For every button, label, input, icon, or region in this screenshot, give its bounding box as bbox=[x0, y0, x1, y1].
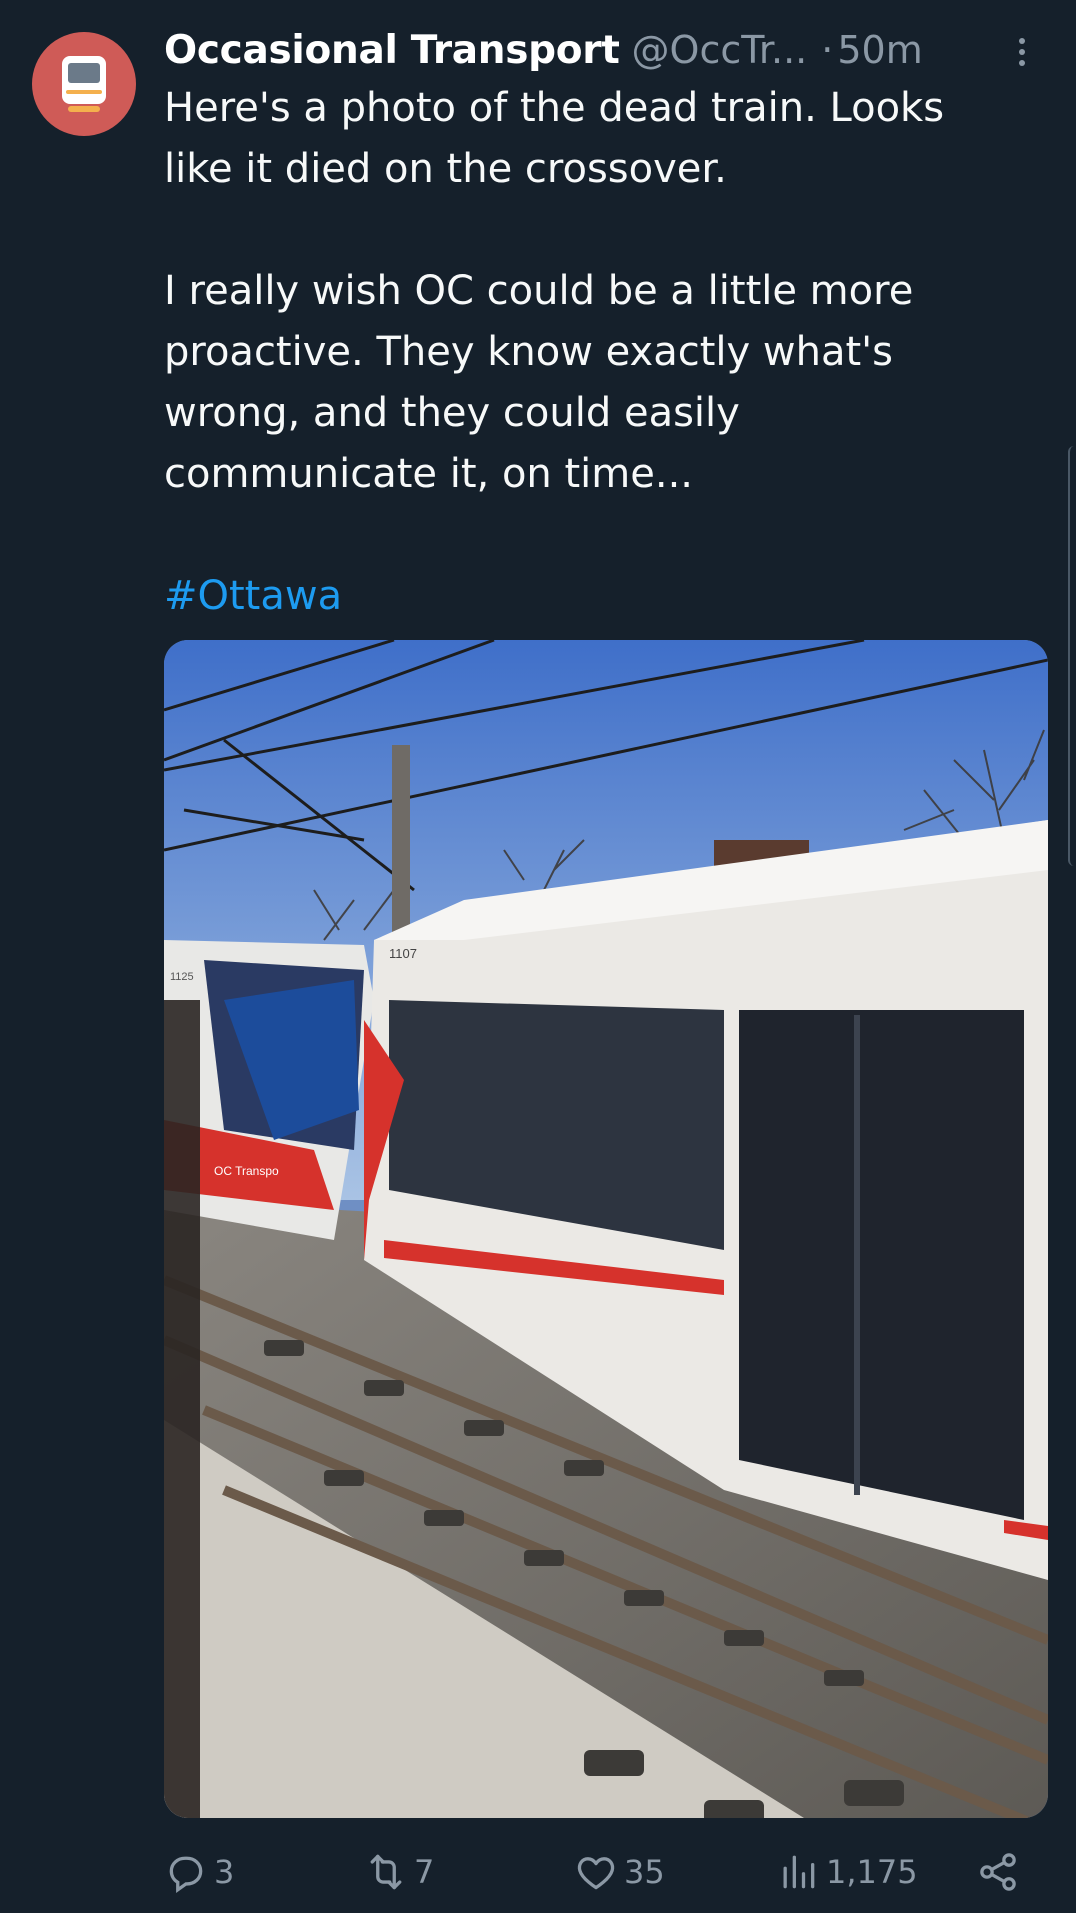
views-icon bbox=[783, 1855, 815, 1889]
display-name[interactable]: Occasional Transport bbox=[164, 28, 620, 73]
share-button[interactable] bbox=[976, 1842, 1020, 1902]
repost-icon bbox=[370, 1854, 402, 1890]
views-button[interactable]: 1,175 bbox=[776, 1842, 918, 1902]
post-text-line: I really wish OC could be a little more bbox=[164, 268, 914, 314]
brand-text: OC Transpo bbox=[214, 1164, 279, 1178]
timestamp[interactable]: 50m bbox=[837, 28, 922, 72]
reply-count: 3 bbox=[214, 1853, 235, 1891]
repost-count: 7 bbox=[414, 1853, 435, 1891]
post-text-line: Here's a photo of the dead train. Looks bbox=[164, 85, 945, 131]
avatar[interactable] bbox=[32, 32, 136, 136]
tweet: Occasional Transport @OccTr... · 50m Her… bbox=[0, 0, 1076, 1913]
reply-button[interactable]: 3 bbox=[164, 1842, 234, 1902]
post-text-line: like it died on the crossover. bbox=[164, 146, 727, 192]
post-text: Here's a photo of the dead train. Looks … bbox=[164, 78, 1044, 627]
post-actions: 3 7 35 1,175 bbox=[164, 1842, 1048, 1902]
user-handle[interactable]: @OccTr... bbox=[632, 28, 808, 72]
hashtag-link[interactable]: #Ottawa bbox=[164, 566, 1044, 627]
more-vertical-icon[interactable] bbox=[1010, 32, 1034, 72]
train-photo: OC Transpo 1125 1107 bbox=[164, 640, 1048, 1818]
heart-icon bbox=[577, 1857, 615, 1890]
like-count: 35 bbox=[624, 1853, 665, 1891]
like-button[interactable]: 35 bbox=[574, 1842, 665, 1902]
share-icon bbox=[980, 1853, 1016, 1891]
post-text-line: wrong, and they could easily bbox=[164, 390, 740, 436]
views-count: 1,175 bbox=[826, 1853, 918, 1891]
post-photo[interactable]: OC Transpo 1125 1107 bbox=[164, 640, 1048, 1818]
car-number-right: 1107 bbox=[389, 946, 417, 961]
scrollbar[interactable] bbox=[1068, 446, 1076, 866]
separator-dot: · bbox=[821, 28, 834, 72]
post-text-line: proactive. They know exactly what's bbox=[164, 329, 894, 375]
train-icon bbox=[62, 56, 106, 112]
repost-button[interactable]: 7 bbox=[364, 1842, 434, 1902]
post-header: Occasional Transport @OccTr... · 50m bbox=[164, 22, 1056, 78]
reply-icon bbox=[169, 1856, 203, 1893]
car-number-left: 1125 bbox=[170, 971, 194, 983]
post-text-line: communicate it, on time... bbox=[164, 451, 694, 497]
